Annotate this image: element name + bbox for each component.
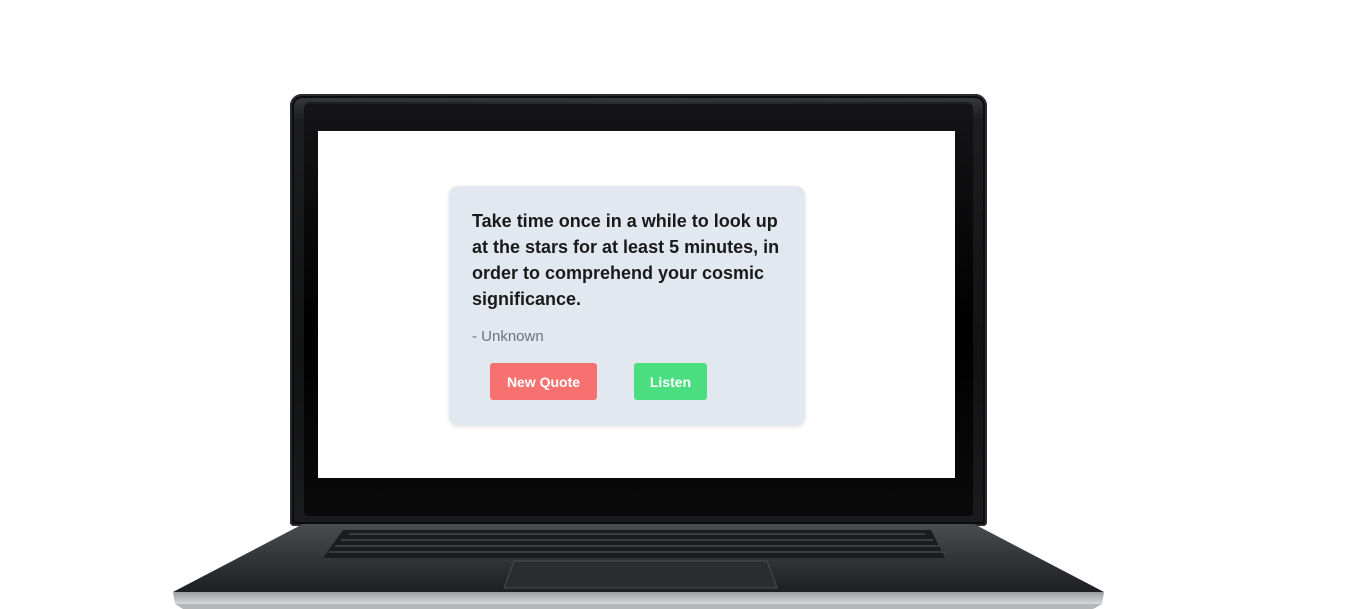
quote-card: Take time once in a while to look up at … bbox=[449, 186, 805, 425]
laptop-base bbox=[173, 524, 1104, 609]
quote-text: Take time once in a while to look up at … bbox=[472, 211, 780, 309]
new-quote-button[interactable]: New Quote bbox=[490, 363, 597, 400]
button-row: New Quote Listen bbox=[490, 363, 707, 400]
laptop-keyboard-deck bbox=[173, 524, 1104, 609]
laptop-screen: Take time once in a while to look up at … bbox=[318, 131, 955, 478]
listen-button[interactable]: Listen bbox=[634, 363, 707, 400]
quote-author: - Unknown bbox=[472, 328, 544, 345]
stage: Take time once in a while to look up at … bbox=[0, 0, 1352, 609]
